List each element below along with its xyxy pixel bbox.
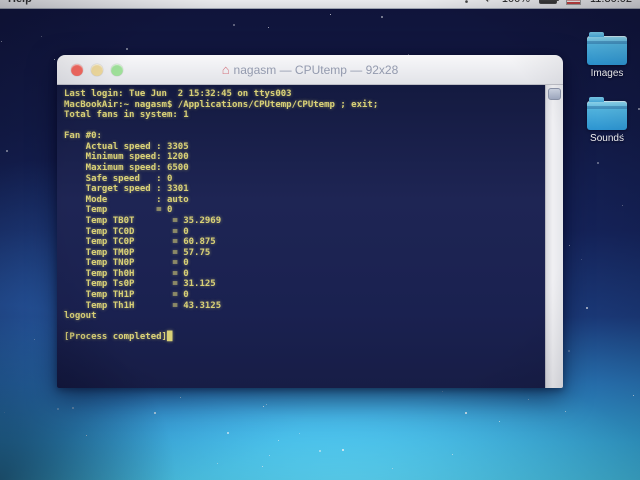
zoom-button[interactable] xyxy=(111,63,123,76)
menu-item-help[interactable]: Help xyxy=(8,0,32,5)
terminal-output: Last login: Tue Jun 2 15:32:45 on ttys00… xyxy=(64,89,379,343)
close-button[interactable] xyxy=(71,63,83,76)
folder-label: Images xyxy=(590,68,624,79)
minimize-button[interactable] xyxy=(91,63,103,76)
scrollbar-thumb[interactable] xyxy=(548,88,561,100)
battery-percent-label: 100% xyxy=(502,0,530,5)
desktop: Help 100% 11:30:02 Images Sounds ⌂nagasm… xyxy=(0,0,640,480)
home-folder-icon: ⌂ xyxy=(221,62,230,77)
terminal-titlebar[interactable]: ⌂ nagasm — CPUtemp — 92x28 xyxy=(57,55,563,85)
terminal-content: Last login: Tue Jun 2 15:32:45 on ttys00… xyxy=(57,85,563,388)
battery-icon[interactable] xyxy=(538,0,559,4)
desktop-folder-sounds[interactable]: Sounds xyxy=(578,97,636,144)
menu-clock[interactable]: 11:30:02 xyxy=(590,0,632,5)
desktop-folder-images[interactable]: Images xyxy=(578,32,636,79)
window-title-text: nagasm — CPUtemp — 92x28 xyxy=(233,63,399,77)
volume-icon[interactable] xyxy=(482,0,493,6)
wifi-icon[interactable] xyxy=(460,0,473,6)
window-title: ⌂ nagasm — CPUtemp — 92x28 xyxy=(57,62,563,77)
menu-bar: Help 100% 11:30:02 xyxy=(0,0,640,9)
terminal-scrollbar[interactable] xyxy=(545,85,563,388)
folder-icon xyxy=(587,97,627,130)
terminal-window: ⌂ nagasm — CPUtemp — 92x28 Last login: Tu… xyxy=(57,55,563,388)
input-source-flag-icon[interactable] xyxy=(565,0,581,5)
folder-label: Sounds xyxy=(590,133,624,144)
folder-icon xyxy=(587,32,627,65)
menu-status-items: 100% 11:30:02 xyxy=(460,0,632,6)
